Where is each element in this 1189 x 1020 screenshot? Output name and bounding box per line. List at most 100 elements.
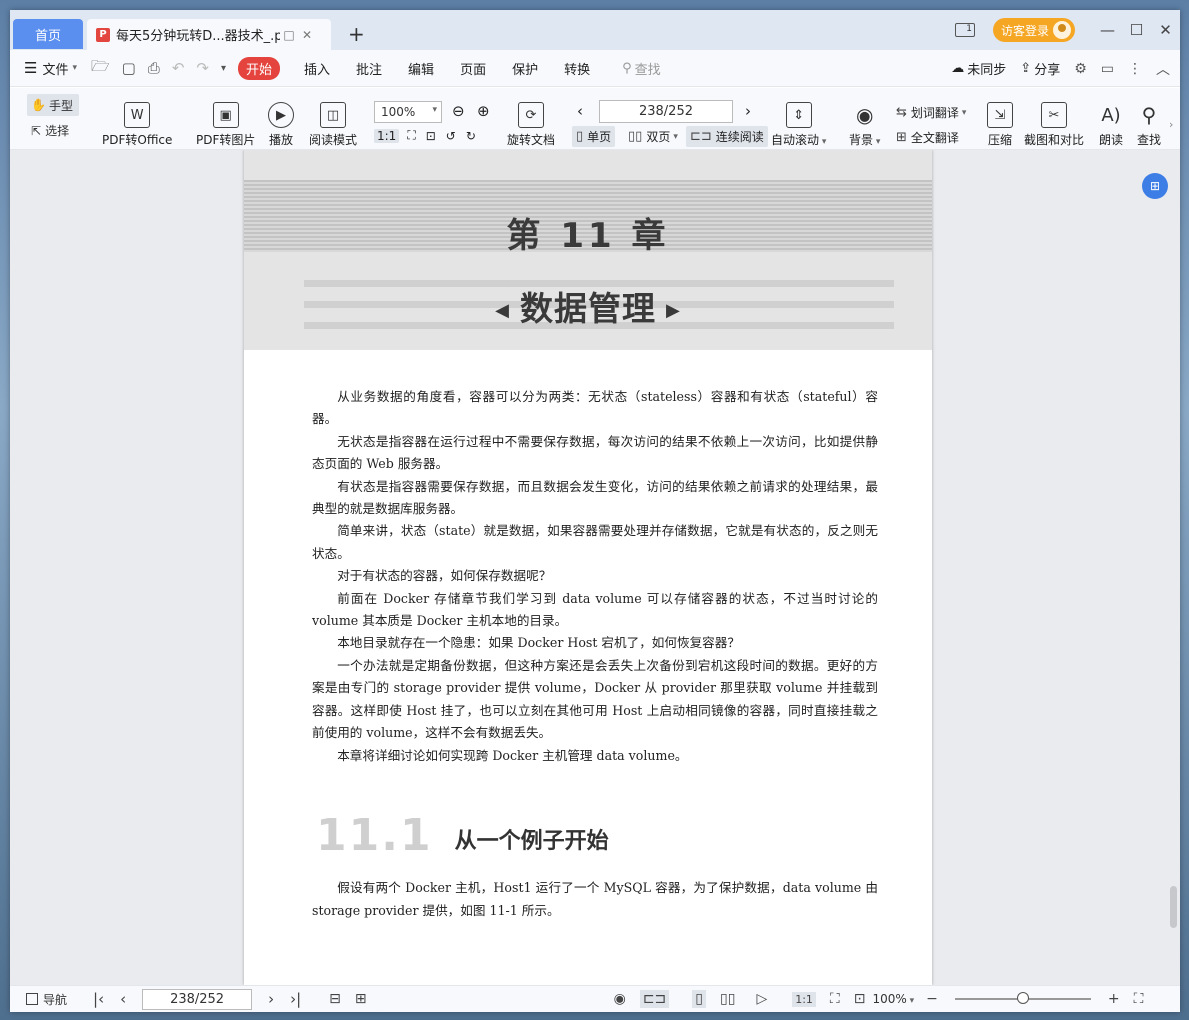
undo-icon[interactable]: ↶ xyxy=(172,59,185,77)
actual-size-icon[interactable]: 1:1 xyxy=(792,991,816,1007)
title-bar: 首页 P 每天5分钟玩转D...器技术_.pdf □ ✕ + 1 访客登录 — … xyxy=(10,10,1180,50)
zoom-out-icon[interactable]: ⊖ xyxy=(452,102,465,120)
rotate-right-icon[interactable]: ↻ xyxy=(466,129,476,143)
more-icon[interactable]: ⋮ xyxy=(1128,61,1142,77)
zoom-level[interactable]: 100% ▾ xyxy=(872,992,914,1006)
tab-start[interactable]: 开始 xyxy=(238,56,281,80)
tab-home[interactable]: 首页 xyxy=(13,19,83,49)
redo-icon[interactable]: ↷ xyxy=(196,59,209,77)
reading-mode-button[interactable]: ◫ 阅读模式 xyxy=(309,102,357,148)
single-page-view-icon[interactable]: ▯ xyxy=(692,990,707,1008)
search-box[interactable]: ⚲ 查找 xyxy=(622,59,661,78)
word-translate-button[interactable]: ⇆ 划词翻译 ▾ xyxy=(896,104,966,121)
eye-protect-icon[interactable]: ◉ xyxy=(614,991,626,1007)
page-number-input[interactable]: 238/252 xyxy=(599,100,733,123)
maximize-icon[interactable]: ☐ xyxy=(1122,21,1151,39)
print-icon[interactable]: ⎙ xyxy=(148,59,160,77)
screenshot-compare-label: 截图和对比 xyxy=(1024,133,1085,147)
zoom-select[interactable]: 100% xyxy=(374,101,442,123)
share-icon: ⇪ xyxy=(1020,61,1032,76)
tab-convert[interactable]: 转换 xyxy=(564,59,590,78)
navigation-toggle[interactable]: 导航 xyxy=(26,991,67,1008)
find-button[interactable]: ⚲ 查找 xyxy=(1136,102,1162,148)
pdf-to-image-button[interactable]: ▣ PDF转图片 xyxy=(196,102,255,148)
fit-width-icon[interactable]: ⊡ xyxy=(854,991,866,1007)
save-icon[interactable]: ▢ xyxy=(122,59,136,77)
zoom-in-icon[interactable]: ⊕ xyxy=(477,102,490,120)
screenshot-compare-button[interactable]: ✂ 截图和对比 xyxy=(1024,102,1084,148)
tab-annotate[interactable]: 批注 xyxy=(356,59,382,78)
new-tab-button[interactable]: + xyxy=(348,22,365,46)
open-folder-icon[interactable]: 🗁 xyxy=(91,56,110,81)
select-tool[interactable]: ⇱ 选择 xyxy=(31,122,69,139)
document-viewport[interactable]: 第 11 章 ◀ 数据管理 ▶ 从业务数据的角度看，容器可以分为两类：无状态（sta… xyxy=(10,150,1180,985)
share-button[interactable]: ⇪ 分享 xyxy=(1020,59,1060,78)
book-icon: ◫ xyxy=(320,102,346,128)
zoom-slider-knob[interactable] xyxy=(1016,992,1029,1004)
read-aloud-button[interactable]: A) 朗读 xyxy=(1098,102,1124,148)
prev-page-icon[interactable]: ‹ xyxy=(120,990,126,1008)
prev-page-icon[interactable]: ‹ xyxy=(577,102,583,120)
close-tab-icon[interactable]: ✕ xyxy=(298,28,316,42)
rotate-doc-icon: ⟳ xyxy=(518,102,544,128)
pin-icon[interactable]: □ xyxy=(280,28,298,42)
fit-width-icon[interactable]: ⊡ xyxy=(426,129,436,143)
rotate-left-icon[interactable]: ↺ xyxy=(446,129,456,143)
save-to-cloud-icon[interactable]: ⊞ xyxy=(1142,173,1168,199)
pdf-file-icon: P xyxy=(96,27,110,42)
play-icon[interactable]: ▷ xyxy=(756,991,767,1007)
tab-protect[interactable]: 保护 xyxy=(512,59,538,78)
continuous-reading-button[interactable]: ⊏⊐ 连续阅读 xyxy=(686,126,768,147)
zoom-in-icon[interactable]: + xyxy=(1108,991,1120,1007)
tab-document[interactable]: P 每天5分钟玩转D...器技术_.pdf □ ✕ xyxy=(87,19,331,50)
menu-bar: ☰ 文件 ▾ 🗁 ▢ ⎙ ↶ ↷ ▾ 开始 插入 批注 编辑 页面 保护 转换 … xyxy=(10,50,1180,87)
fit-page-icon[interactable]: ⛶ xyxy=(407,128,415,143)
toolbar-more-icon[interactable]: › xyxy=(1169,118,1173,131)
forward-icon[interactable]: ⊞ xyxy=(355,991,367,1007)
continuous-view-icon[interactable]: ⊏⊐ xyxy=(639,990,670,1008)
single-page-button[interactable]: ▯ 单页 xyxy=(572,126,616,147)
collapse-ribbon-icon[interactable]: ︿ xyxy=(1156,59,1170,79)
file-menu[interactable]: ☰ 文件 ▾ xyxy=(24,59,77,78)
tab-edit[interactable]: 编辑 xyxy=(408,59,434,78)
paragraph: 简单来讲，状态（state）就是数据，如果容器需要处理并存储数据，它就是有状态的… xyxy=(312,523,878,561)
auto-scroll-button[interactable]: ⇕ 自动滚动 ▾ xyxy=(771,102,826,148)
play-button[interactable]: ▶ 播放 xyxy=(268,102,294,148)
minimize-icon[interactable]: — xyxy=(1093,21,1122,39)
scrollbar-thumb[interactable] xyxy=(1170,886,1177,928)
avatar-icon xyxy=(1053,21,1071,39)
comment-icon[interactable]: ▭ xyxy=(1101,61,1114,77)
double-page-view-icon[interactable]: ▯▯ xyxy=(720,991,735,1007)
fit-page-icon[interactable]: ⛶ xyxy=(830,991,840,1007)
zoom-slider[interactable] xyxy=(954,992,1091,1004)
login-button[interactable]: 访客登录 xyxy=(992,18,1075,42)
tab-page[interactable]: 页面 xyxy=(460,59,486,78)
paragraph: 前面在 Docker 存储章节我们学习到 data volume 可以存储容器的… xyxy=(312,590,878,629)
rotate-document-button[interactable]: ⟳ 旋转文档 xyxy=(507,102,555,148)
translate-icon: ⇆ xyxy=(896,105,907,120)
last-page-icon[interactable]: ›| xyxy=(290,990,301,1008)
compress-button[interactable]: ⇲ 压缩 xyxy=(987,102,1013,148)
zoom-out-icon[interactable]: − xyxy=(926,991,938,1007)
next-page-icon[interactable]: › xyxy=(745,102,751,120)
chapter-body: 从业务数据的角度看，容器可以分为两类：无状态（stateless）容器和有状态（… xyxy=(312,386,878,767)
more-dropdown-icon[interactable]: ▾ xyxy=(221,63,226,74)
pdf-to-office-button[interactable]: W PDF转Office xyxy=(102,102,172,148)
full-translate-button[interactable]: ⊞ 全文翻译 xyxy=(896,129,959,146)
double-page-button[interactable]: ▯▯ 双页 ▾ xyxy=(628,128,678,145)
fullscreen-icon[interactable]: ⛶ xyxy=(1134,991,1144,1007)
first-page-icon[interactable]: |‹ xyxy=(93,990,104,1008)
tab-insert[interactable]: 插入 xyxy=(304,59,330,78)
vertical-scrollbar[interactable] xyxy=(1170,156,1178,981)
next-page-icon[interactable]: › xyxy=(268,990,274,1008)
settings-icon[interactable]: ⚙ xyxy=(1074,61,1087,77)
actual-size-icon[interactable]: 1:1 xyxy=(374,128,400,143)
hand-tool[interactable]: ✋ 手型 xyxy=(27,94,79,116)
background-button[interactable]: ◉ 背景 ▾ xyxy=(849,102,880,148)
status-page-input[interactable]: 238/252 xyxy=(142,988,253,1010)
chevron-down-icon: ▾ xyxy=(72,63,77,73)
close-window-icon[interactable]: ✕ xyxy=(1151,21,1180,39)
window-switch-icon[interactable]: 1 xyxy=(954,23,975,37)
sync-status[interactable]: ☁ 未同步 xyxy=(951,59,1006,78)
back-icon[interactable]: ⊟ xyxy=(329,991,341,1007)
